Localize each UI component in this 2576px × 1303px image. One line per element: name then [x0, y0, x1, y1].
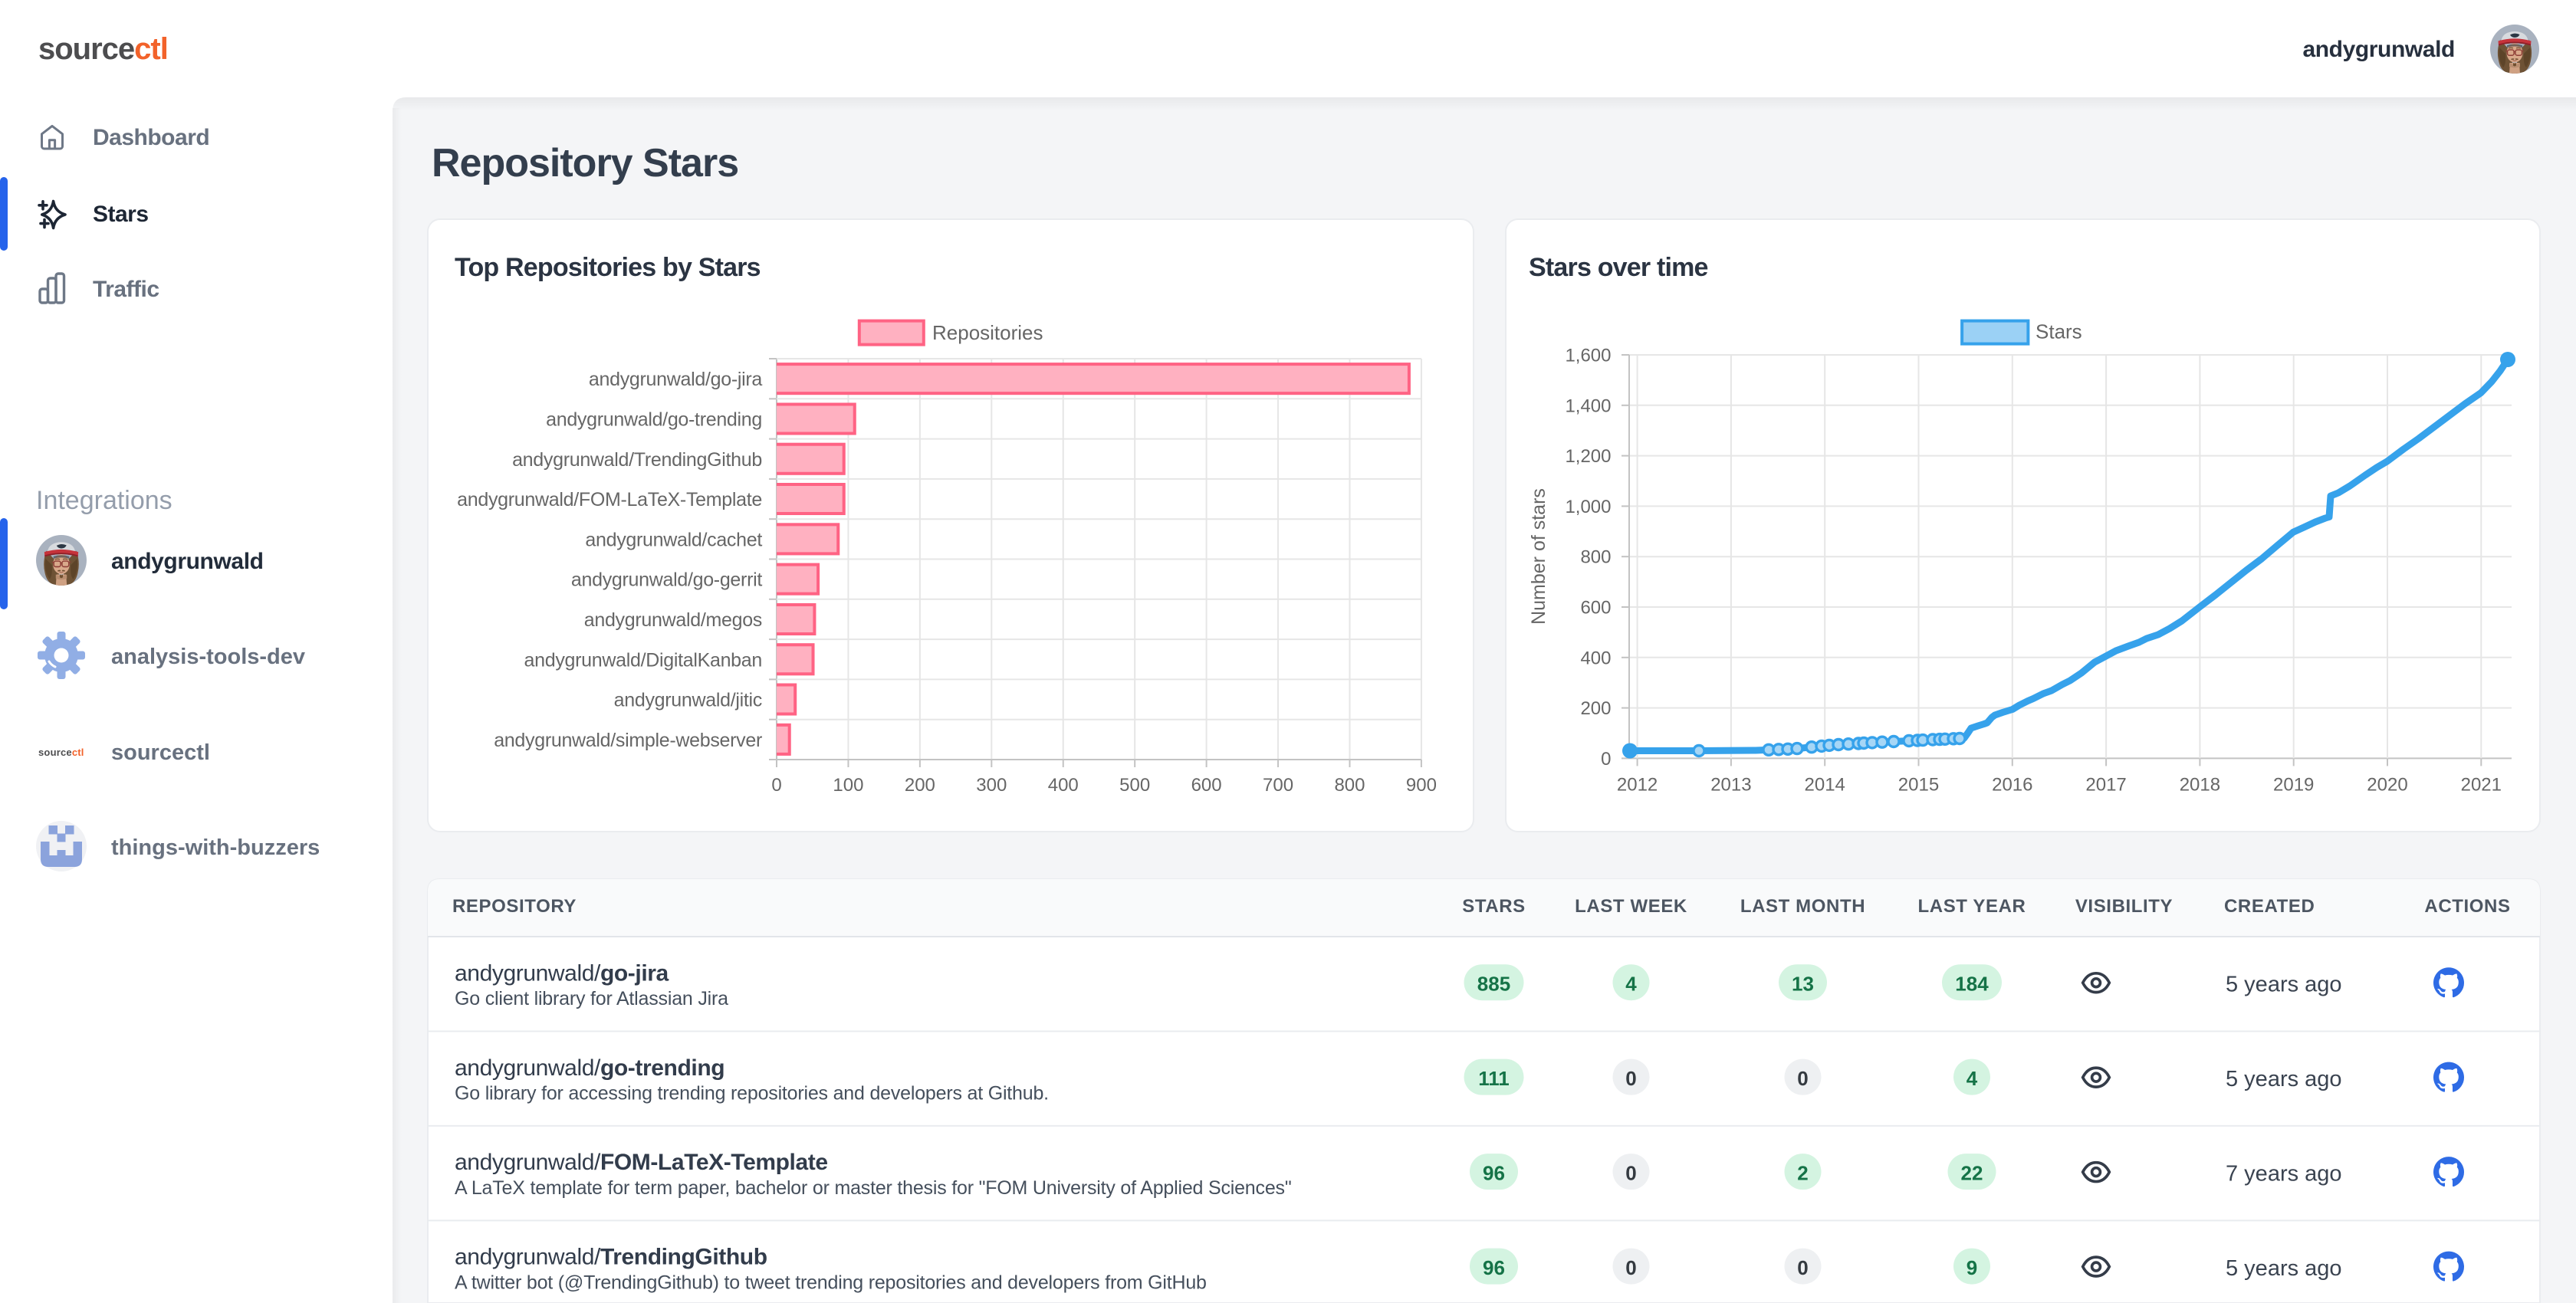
svg-text:Stars: Stars: [93, 202, 149, 227]
svg-text:4: 4: [1967, 1067, 1978, 1090]
svg-text:andygrunwald: andygrunwald: [2302, 37, 2455, 62]
svg-text:Number of stars: Number of stars: [1528, 488, 1549, 625]
svg-text:800: 800: [1334, 775, 1365, 796]
svg-text:CREATED: CREATED: [2224, 896, 2315, 917]
svg-text:Traffic: Traffic: [93, 277, 159, 302]
svg-text:13: 13: [1792, 973, 1814, 996]
svg-text:96: 96: [1483, 1162, 1505, 1185]
svg-text:100: 100: [833, 775, 863, 796]
svg-text:1,200: 1,200: [1565, 446, 1611, 467]
svg-text:96: 96: [1483, 1256, 1505, 1279]
svg-text:0: 0: [1797, 1067, 1808, 1090]
svg-text:900: 900: [1406, 775, 1437, 796]
svg-text:4: 4: [1625, 973, 1637, 996]
svg-text:2020: 2020: [2367, 775, 2407, 796]
svg-text:400: 400: [1580, 648, 1611, 668]
svg-text:111: 111: [1478, 1067, 1510, 1090]
svg-text:0: 0: [1625, 1162, 1636, 1185]
svg-text:2016: 2016: [1992, 775, 2032, 796]
svg-text:7 years ago: 7 years ago: [2226, 1162, 2342, 1186]
svg-text:andygrunwald/megos: andygrunwald/megos: [584, 609, 762, 631]
svg-text:LAST MONTH: LAST MONTH: [1740, 896, 1865, 917]
svg-text:0: 0: [1625, 1256, 1636, 1279]
svg-text:andygrunwald/simple-webserver: andygrunwald/simple-webserver: [494, 730, 762, 751]
svg-text:5 years ago: 5 years ago: [2226, 973, 2342, 997]
svg-text:400: 400: [1048, 775, 1079, 796]
svg-text:REPOSITORY: REPOSITORY: [452, 896, 577, 917]
svg-text:Stars over time: Stars over time: [1529, 253, 1708, 282]
svg-text:andygrunwald: andygrunwald: [111, 549, 264, 574]
svg-text:Integrations: Integrations: [36, 486, 172, 515]
svg-text:Repositories: Repositories: [932, 321, 1043, 344]
svg-text:andygrunwald/DigitalKanban: andygrunwald/DigitalKanban: [524, 649, 762, 671]
svg-text:300: 300: [976, 775, 1007, 796]
svg-text:5 years ago: 5 years ago: [2226, 1256, 2342, 1281]
svg-text:5 years ago: 5 years ago: [2226, 1067, 2342, 1091]
svg-text:andygrunwald/FOM-LaTeX-Templat: andygrunwald/FOM-LaTeX-Template: [455, 1150, 828, 1175]
svg-text:Stars: Stars: [2036, 320, 2082, 343]
svg-text:600: 600: [1580, 598, 1611, 619]
svg-text:200: 200: [905, 775, 935, 796]
svg-text:analysis-tools-dev: analysis-tools-dev: [111, 645, 305, 669]
svg-text:500: 500: [1119, 775, 1150, 796]
svg-text:2021: 2021: [2461, 775, 2502, 796]
svg-text:Top Repositories by Stars: Top Repositories by Stars: [455, 253, 761, 282]
svg-text:1,600: 1,600: [1565, 346, 1611, 366]
svg-text:800: 800: [1580, 547, 1611, 568]
svg-text:andygrunwald/go-gerrit: andygrunwald/go-gerrit: [571, 569, 762, 591]
svg-text:STARS: STARS: [1462, 896, 1526, 917]
svg-text:A LaTeX template for term pape: A LaTeX template for term paper, bachelo…: [455, 1177, 1292, 1199]
svg-text:andygrunwald/go-jira: andygrunwald/go-jira: [589, 369, 762, 390]
svg-text:sourcectl: sourcectl: [111, 740, 210, 765]
svg-text:andygrunwald/cachet: andygrunwald/cachet: [585, 529, 762, 550]
svg-text:things-with-buzzers: things-with-buzzers: [111, 835, 320, 860]
svg-text:2: 2: [1797, 1162, 1808, 1185]
svg-text:Dashboard: Dashboard: [93, 125, 209, 150]
svg-text:0: 0: [771, 775, 781, 796]
svg-text:0: 0: [1625, 1067, 1636, 1090]
svg-text:22: 22: [1961, 1162, 1983, 1185]
svg-text:andygrunwald/TrendingGithub: andygrunwald/TrendingGithub: [512, 449, 762, 471]
svg-text:Go library for accessing trend: Go library for accessing trending reposi…: [455, 1083, 1049, 1104]
svg-text:sourcectl: sourcectl: [38, 747, 84, 758]
svg-text:LAST WEEK: LAST WEEK: [1575, 896, 1687, 917]
svg-text:1,000: 1,000: [1565, 497, 1611, 517]
svg-text:andygrunwald/jitic: andygrunwald/jitic: [614, 690, 762, 711]
svg-text:2019: 2019: [2273, 775, 2314, 796]
svg-text:andygrunwald/go-jira: andygrunwald/go-jira: [455, 960, 669, 986]
svg-text:200: 200: [1580, 698, 1611, 719]
svg-text:1,400: 1,400: [1565, 395, 1611, 416]
svg-text:andygrunwald/TrendingGithub: andygrunwald/TrendingGithub: [455, 1245, 767, 1270]
svg-text:600: 600: [1191, 775, 1222, 796]
svg-text:0: 0: [1601, 749, 1611, 770]
svg-text:VISIBILITY: VISIBILITY: [2075, 896, 2173, 917]
svg-text:885: 885: [1477, 973, 1510, 996]
svg-text:2015: 2015: [1898, 775, 1939, 796]
svg-text:ACTIONS: ACTIONS: [2424, 896, 2510, 917]
svg-text:184: 184: [1955, 973, 1989, 996]
svg-text:0: 0: [1797, 1256, 1808, 1279]
svg-text:LAST YEAR: LAST YEAR: [1918, 896, 2026, 917]
svg-text:Repository Stars: Repository Stars: [432, 141, 738, 185]
svg-text:A twitter bot (@TrendingGithub: A twitter bot (@TrendingGithub) to tweet…: [455, 1272, 1207, 1294]
svg-text:2014: 2014: [1805, 775, 1845, 796]
svg-text:2013: 2013: [1710, 775, 1751, 796]
svg-text:9: 9: [1967, 1256, 1977, 1279]
svg-text:700: 700: [1263, 775, 1293, 796]
svg-text:Go client library for Atlassia: Go client library for Atlassian Jira: [455, 988, 728, 1009]
svg-text:2017: 2017: [2085, 775, 2126, 796]
svg-text:andygrunwald/go-trending: andygrunwald/go-trending: [546, 409, 762, 430]
svg-text:andygrunwald/go-trending: andygrunwald/go-trending: [455, 1055, 724, 1081]
svg-text:andygrunwald/FOM-LaTeX-Templat: andygrunwald/FOM-LaTeX-Template: [457, 489, 762, 510]
svg-text:2012: 2012: [1617, 775, 1658, 796]
svg-text:2018: 2018: [2180, 775, 2220, 796]
svg-text:sourcectl: sourcectl: [38, 32, 168, 66]
